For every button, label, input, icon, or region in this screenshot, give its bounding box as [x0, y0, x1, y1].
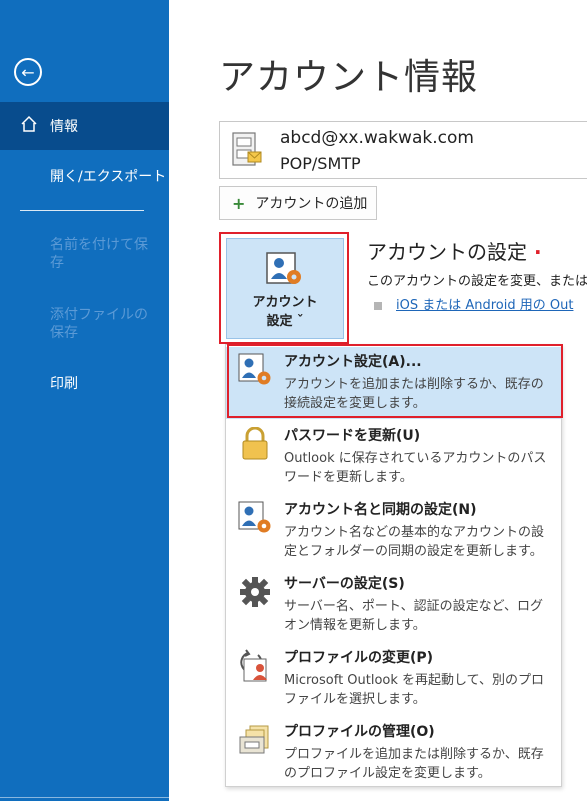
sidebar: ← 情報 開く/エクスポート 名前を付けて保存 添付ファイルの保存 印刷: [0, 0, 169, 801]
settings-title-text: アカウントの設定: [367, 240, 527, 264]
account-email: abcd@xx.wakwak.com: [280, 128, 474, 148]
sidebar-item-print[interactable]: 印刷: [0, 359, 169, 407]
menu-item-title: パスワードを更新(U): [284, 428, 421, 444]
account-settings-icon: [238, 353, 271, 385]
profile-manage-icon: [239, 725, 269, 754]
menu-item-change-profile[interactable]: プロファイルの変更(P) Microsoft Outlook を再起動して、別の…: [226, 643, 561, 715]
bullet-icon: [374, 301, 382, 310]
menu-item-account-sync[interactable]: アカウント名と同期の設定(N) アカウント名などの基本的なアカウントの設定とフォ…: [226, 495, 561, 567]
sidebar-item-label: 名前を付けて保存: [50, 237, 148, 271]
sidebar-item-info[interactable]: 情報: [0, 102, 169, 150]
profile-change-icon: [240, 649, 267, 682]
account-settings-callout: アカウント 設定 ˇ: [219, 232, 349, 344]
add-account-button[interactable]: + アカウントの追加: [219, 186, 377, 220]
menu-item-title: アカウント設定(A)...: [284, 354, 422, 370]
mobile-app-link[interactable]: iOS または Android 用の Out: [374, 294, 573, 313]
mail-account-icon: [232, 132, 262, 166]
sidebar-item-label: 開く/エクスポート: [50, 169, 167, 185]
menu-item-account-settings[interactable]: アカウント設定(A)... アカウントを追加または削除するか、既存の接続設定を変…: [226, 347, 561, 419]
menu-item-update-password[interactable]: パスワードを更新(U) Outlook に保存されているアカウントのパスワードを…: [226, 421, 561, 493]
menu-item-description: サーバー名、ポート、認証の設定など、ログオン情報を更新します。: [284, 599, 543, 633]
account-settings-icon: [266, 252, 301, 284]
menu-item-title: サーバーの設定(S): [284, 576, 405, 592]
back-arrow-icon[interactable]: ←: [14, 58, 42, 86]
menu-item-manage-profiles[interactable]: プロファイルの管理(O) プロファイルを追加または削除するか、既存のプロファイル…: [226, 717, 561, 789]
red-dot-marker: ·: [527, 240, 542, 264]
sidebar-divider: [20, 210, 144, 211]
menu-item-title: プロファイルの変更(P): [284, 650, 434, 666]
sidebar-item-label: 情報: [50, 119, 78, 135]
menu-item-description: Microsoft Outlook を再起動して、別のプロファイルを選択します。: [284, 673, 545, 707]
menu-item-title: アカウント名と同期の設定(N): [284, 502, 477, 518]
menu-item-title: プロファイルの管理(O): [284, 724, 435, 740]
account-type: POP/SMTP: [280, 154, 361, 173]
page-title: アカウント情報: [219, 57, 479, 98]
account-sync-icon: [238, 501, 271, 533]
sidebar-bottom-divider: [0, 797, 169, 798]
account-settings-label-line1: アカウント: [252, 295, 318, 310]
menu-item-description: Outlook に保存されているアカウントのパスワードを更新します。: [284, 451, 547, 485]
menu-item-server-settings[interactable]: サーバーの設定(S) サーバー名、ポート、認証の設定など、ログオン情報を更新しま…: [226, 569, 561, 641]
home-icon: [20, 115, 42, 137]
sidebar-item-label: 添付ファイルの保存: [50, 307, 148, 341]
mobile-app-link-text[interactable]: iOS または Android 用の Out: [396, 298, 573, 313]
account-settings-menu: アカウント設定(A)... アカウントを追加または削除するか、既存の接続設定を変…: [225, 344, 562, 787]
menu-item-description: アカウント名などの基本的なアカウントの設定とフォルダーの同期の設定を更新します。: [284, 525, 545, 559]
plus-icon: +: [232, 193, 246, 213]
sidebar-item-save-as: 名前を付けて保存: [0, 232, 160, 280]
add-account-label: アカウントの追加: [255, 196, 368, 212]
lock-icon: [242, 427, 268, 460]
settings-title: アカウントの設定 ·: [367, 236, 542, 265]
account-settings-label-line2: 設定 ˇ: [266, 314, 304, 329]
sidebar-item-label: 印刷: [50, 376, 78, 392]
menu-item-description: プロファイルを追加または削除するか、既存のプロファイル設定を変更します。: [284, 747, 544, 781]
sidebar-item-save-attachments: 添付ファイルの保存: [0, 302, 160, 350]
account-settings-button[interactable]: アカウント 設定 ˇ: [226, 238, 344, 339]
menu-item-description: アカウントを追加または削除するか、既存の接続設定を変更します。: [284, 377, 544, 411]
settings-description: このアカウントの設定を変更、または追: [367, 274, 587, 289]
account-selector[interactable]: abcd@xx.wakwak.com POP/SMTP: [219, 121, 587, 179]
sidebar-item-open-export[interactable]: 開く/エクスポート: [0, 152, 169, 200]
gear-icon: [240, 577, 270, 607]
